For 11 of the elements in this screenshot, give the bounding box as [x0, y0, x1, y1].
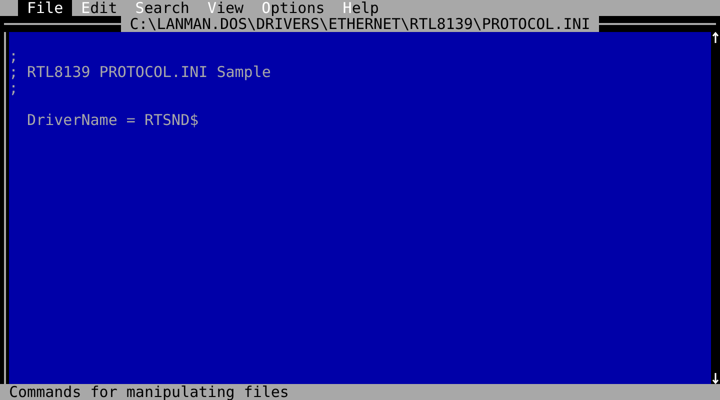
status-text: Commands for manipulating files — [9, 384, 289, 400]
window-title: C:\LANMAN.DOS\DRIVERS\ETHERNET\RTL8139\PROTOCOL.INI — [120, 16, 600, 32]
editor-area[interactable]: ; ; RTL8139 PROTOCOL.INI Sample ; DriverName = RTSND$ — [9, 32, 711, 384]
text-line: ; — [9, 48, 18, 64]
scroll-down-arrow-icon[interactable] — [712, 372, 719, 384]
scroll-up-arrow-icon[interactable] — [712, 32, 719, 44]
text-line: ; RTL8139 PROTOCOL.INI Sample — [9, 64, 271, 80]
text-line: ; — [9, 80, 18, 96]
scroll-bar[interactable] — [711, 32, 720, 384]
menu-item[interactable]: File — [18, 0, 72, 16]
text-line: DriverName = RTSND$ — [26, 112, 199, 128]
